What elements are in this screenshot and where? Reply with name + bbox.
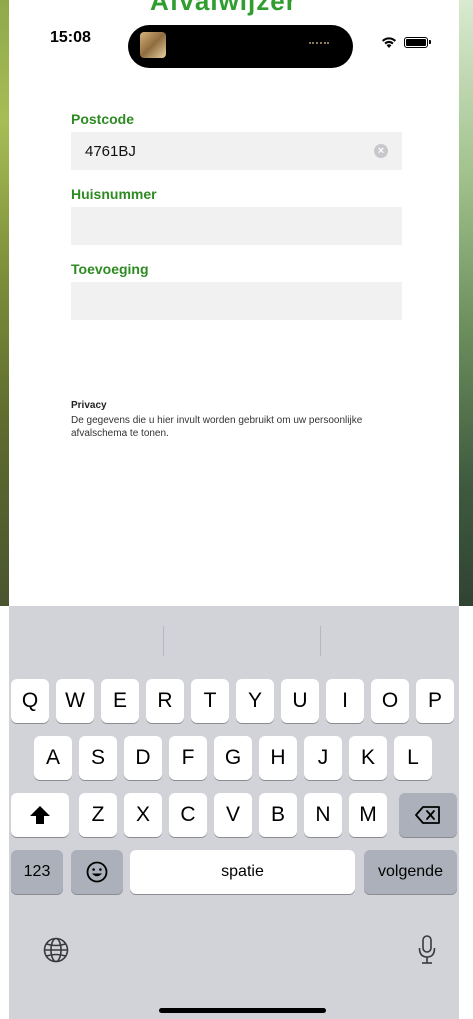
key-q[interactable]: Q <box>11 679 49 723</box>
clear-icon[interactable]: × <box>374 144 388 158</box>
key-l[interactable]: L <box>394 736 432 780</box>
key-d[interactable]: D <box>124 736 162 780</box>
toevoeging-label: Toevoeging <box>71 261 149 277</box>
status-time: 15:08 <box>50 29 91 46</box>
privacy-text: De gegevens die u hier invult worden geb… <box>71 415 363 439</box>
key-p[interactable]: P <box>416 679 454 723</box>
privacy-title: Privacy <box>71 400 107 411</box>
key-v[interactable]: V <box>214 793 252 837</box>
key-o[interactable]: O <box>371 679 409 723</box>
delete-key[interactable] <box>399 793 457 837</box>
key-e[interactable]: E <box>101 679 139 723</box>
key-x[interactable]: X <box>124 793 162 837</box>
shift-key[interactable] <box>11 793 69 837</box>
audio-waveform-icon <box>309 42 329 47</box>
dynamic-island[interactable] <box>128 25 353 68</box>
now-playing-artwork <box>140 32 166 58</box>
key-f[interactable]: F <box>169 736 207 780</box>
key-c[interactable]: C <box>169 793 207 837</box>
return-key[interactable]: volgende <box>364 850 457 894</box>
numbers-key[interactable]: 123 <box>11 850 63 894</box>
key-g[interactable]: G <box>214 736 252 780</box>
key-t[interactable]: T <box>191 679 229 723</box>
postcode-field[interactable]: × <box>71 132 402 170</box>
battery-icon <box>404 37 431 48</box>
app-title: Afvalwijzer <box>150 0 297 16</box>
toevoeging-input[interactable] <box>71 282 375 320</box>
wifi-icon <box>382 37 396 48</box>
key-j[interactable]: J <box>304 736 342 780</box>
huisnummer-field[interactable] <box>71 207 402 245</box>
key-y[interactable]: Y <box>236 679 274 723</box>
key-k[interactable]: K <box>349 736 387 780</box>
key-z[interactable]: Z <box>79 793 117 837</box>
background-right <box>459 0 473 606</box>
microphone-icon[interactable] <box>418 935 436 965</box>
key-r[interactable]: R <box>146 679 184 723</box>
space-key[interactable]: spatie <box>130 850 355 894</box>
key-u[interactable]: U <box>281 679 319 723</box>
emoji-icon <box>86 861 108 883</box>
suggestion-divider <box>163 626 164 656</box>
key-n[interactable]: N <box>304 793 342 837</box>
key-a[interactable]: A <box>34 736 72 780</box>
shift-icon <box>30 806 50 824</box>
key-s[interactable]: S <box>79 736 117 780</box>
toevoeging-field[interactable] <box>71 282 402 320</box>
key-w[interactable]: W <box>56 679 94 723</box>
huisnummer-label: Huisnummer <box>71 186 157 202</box>
key-b[interactable]: B <box>259 793 297 837</box>
suggestion-divider <box>320 626 321 656</box>
key-i[interactable]: I <box>326 679 364 723</box>
huisnummer-input[interactable] <box>71 207 375 245</box>
home-indicator[interactable] <box>159 1008 326 1013</box>
key-m[interactable]: M <box>349 793 387 837</box>
postcode-label: Postcode <box>71 111 135 127</box>
delete-icon <box>415 806 440 824</box>
key-h[interactable]: H <box>259 736 297 780</box>
globe-icon[interactable] <box>43 937 69 963</box>
background-left <box>0 0 9 606</box>
postcode-input[interactable] <box>71 132 375 170</box>
emoji-key[interactable] <box>71 850 123 894</box>
keyboard: Q W E R T Y U I O P A S D F G H J K L Z … <box>9 606 459 1019</box>
